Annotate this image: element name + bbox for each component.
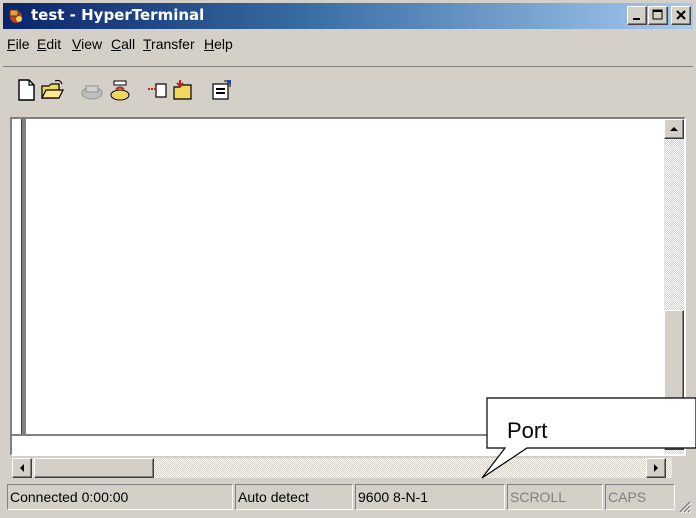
menu-label-rest: dit (46, 36, 62, 52)
new-document-icon[interactable] (14, 78, 38, 102)
menu-mnemonic: E (37, 36, 47, 52)
terminal-gutter (12, 119, 22, 434)
menu-label-rest: ransfer (151, 36, 195, 52)
status-scroll: SCROLL (507, 484, 603, 510)
menu-edit[interactable]: Edit (37, 36, 61, 52)
properties-icon[interactable] (210, 78, 234, 102)
port-callout-label: Port (507, 418, 548, 443)
close-icon (676, 10, 686, 20)
menu-label-rest: iew (81, 36, 103, 52)
arrow-right-icon (654, 464, 658, 472)
scroll-up-button[interactable] (664, 119, 684, 139)
phone-call-icon[interactable] (80, 78, 104, 102)
menu-mnemonic: T (143, 36, 152, 52)
status-detect: Auto detect (235, 484, 353, 510)
resize-grip-icon[interactable] (676, 498, 692, 514)
menu-mnemonic: C (111, 36, 122, 52)
scroll-right-button[interactable] (646, 458, 666, 478)
menu-mnemonic: H (204, 36, 215, 52)
disconnect-icon[interactable] (108, 78, 132, 102)
minimize-button[interactable] (627, 6, 647, 25)
menu-label-rest: elp (214, 36, 233, 52)
menu-mnemonic: V (72, 36, 82, 52)
menu-view[interactable]: View (72, 36, 102, 52)
receive-file-icon[interactable] (172, 78, 196, 102)
hyperterminal-app-icon[interactable] (7, 7, 25, 25)
vertical-scroll-thumb[interactable] (664, 310, 684, 450)
send-file-icon[interactable] (146, 78, 170, 102)
scroll-left-button[interactable] (12, 458, 32, 478)
menu-call[interactable]: Call (111, 36, 135, 52)
arrow-up-icon (670, 127, 678, 131)
title-bar[interactable]: test - HyperTerminal (3, 3, 693, 29)
maximize-icon (652, 9, 663, 20)
terminal-screen[interactable] (22, 119, 664, 434)
menu-label-rest: ile (15, 36, 30, 52)
menu-help[interactable]: Help (204, 36, 233, 52)
status-caps: CAPS (605, 484, 675, 510)
maximize-button[interactable] (648, 6, 668, 25)
menu-label-rest: all (121, 36, 136, 52)
hyperterminal-window: test - HyperTerminal File Edit View Call Tra… (0, 0, 696, 518)
arrow-left-icon (20, 464, 24, 472)
terminal-bottom-margin (12, 434, 664, 454)
status-port-settings: 9600 8-N-1 (355, 484, 505, 510)
minimize-icon (633, 18, 640, 20)
window-title: test - HyperTerminal (31, 6, 205, 24)
horizontal-scroll-thumb[interactable] (34, 458, 154, 478)
menu-mnemonic: F (7, 36, 16, 52)
status-connection: Connected 0:00:00 (7, 484, 233, 510)
menu-file[interactable]: File (7, 36, 30, 52)
menu-bar: File Edit View Call Transfer Help (3, 31, 693, 55)
menu-transfer[interactable]: Transfer (143, 36, 195, 52)
status-bar: Connected 0:00:00 Auto detect 9600 8-N-1… (3, 484, 693, 512)
toolbar-separator (3, 66, 693, 67)
open-folder-icon[interactable] (40, 78, 64, 102)
close-button[interactable] (671, 6, 691, 25)
